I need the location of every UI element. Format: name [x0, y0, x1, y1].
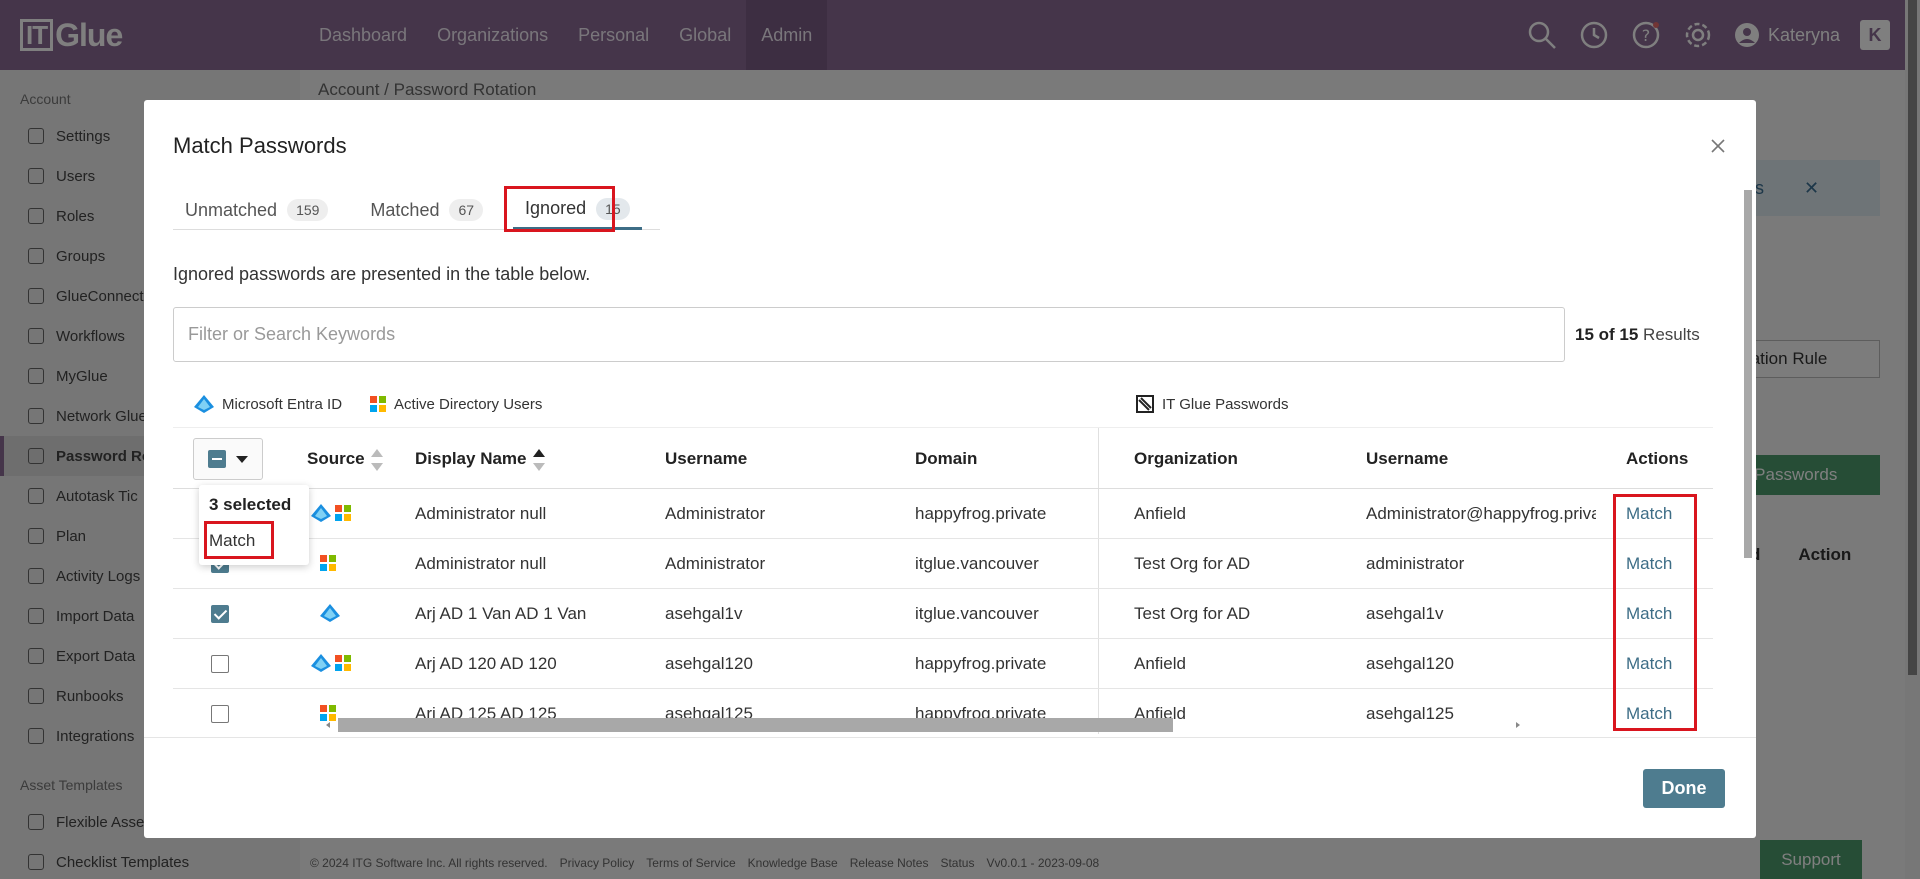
- match-link[interactable]: Match: [1626, 589, 1706, 639]
- cell-org: Test Org for AD: [1134, 554, 1251, 573]
- match-passwords-modal: Match Passwords Unmatched 159 Matched 67…: [144, 100, 1756, 838]
- col-actions: Actions: [1626, 449, 1689, 468]
- row-checkbox[interactable]: [211, 705, 229, 723]
- cell-itg-user: administrator: [1366, 554, 1465, 573]
- source-icons: [311, 654, 351, 672]
- done-button[interactable]: Done: [1643, 769, 1725, 808]
- cell-itg-user: asehgal1v: [1366, 604, 1444, 623]
- tab-label: Matched: [370, 199, 440, 220]
- results-count: 15 of 15 Results: [1575, 325, 1700, 345]
- cell-org: Anfield: [1134, 654, 1186, 673]
- cell-username: Administrator: [665, 554, 766, 573]
- cell-org: Test Org for AD: [1134, 604, 1251, 623]
- windows-icon: [370, 396, 387, 412]
- table-row[interactable]: Administrator null Administrator happyfrog…: [173, 489, 1713, 539]
- row-checkbox[interactable]: [211, 605, 229, 623]
- table-row[interactable]: Arj AD 1 Van AD 1 Van asehgal1v itglue.van…: [173, 589, 1713, 639]
- entra-id-icon: [311, 654, 331, 672]
- match-link[interactable]: Match: [1626, 639, 1706, 689]
- search-input[interactable]: [173, 307, 1565, 362]
- bulk-action-menu: 3 selected Match: [199, 485, 309, 565]
- cell-display: Arj AD 1 Van AD 1 Van: [415, 604, 587, 623]
- count-badge: 159: [287, 199, 329, 221]
- col-source[interactable]: Source: [307, 428, 383, 490]
- entra-id-icon: [311, 504, 331, 522]
- row-checkbox[interactable]: [211, 655, 229, 673]
- bulk-select-dropdown[interactable]: [193, 438, 263, 480]
- count-badge: 67: [449, 199, 484, 221]
- match-link[interactable]: Match: [1626, 689, 1706, 734]
- windows-icon: [335, 655, 351, 671]
- col-organization: Organization: [1134, 449, 1238, 468]
- bulk-match-option[interactable]: Match: [209, 531, 255, 551]
- sort-asc-icon: [532, 448, 545, 471]
- selected-count: 3 selected: [209, 495, 292, 514]
- cell-org: Anfield: [1134, 504, 1186, 523]
- ad-label: Active Directory Users: [394, 395, 543, 413]
- tab-label: Unmatched: [185, 199, 278, 220]
- source-icons: [311, 504, 351, 522]
- results-label: Results: [1643, 325, 1700, 344]
- table-row[interactable]: Administrator null Administrator itglue.va…: [173, 539, 1713, 589]
- cell-username: asehgal1v: [665, 604, 743, 623]
- table-header: Source Display Name Username Domain Orga…: [173, 427, 1713, 489]
- itg-legend: IT Glue Passwords: [1136, 393, 1288, 415]
- tab-unmatched[interactable]: Unmatched 159: [173, 190, 340, 230]
- tab-label: Ignored: [525, 198, 587, 218]
- cell-username: asehgal120: [665, 654, 753, 673]
- passwords-table: Source Display Name Username Domain Orga…: [173, 427, 1713, 734]
- tab-matched[interactable]: Matched 67: [358, 190, 495, 230]
- col-domain: Domain: [915, 449, 978, 468]
- scroll-left-icon[interactable]: [324, 718, 332, 732]
- windows-icon: [335, 505, 351, 521]
- cell-itg-user: asehgal120: [1366, 654, 1454, 673]
- match-link[interactable]: Match: [1626, 539, 1706, 589]
- windows-icon: [320, 555, 336, 571]
- table-row[interactable]: Arj AD 120 AD 120 asehgal120 happyfrog.pri…: [173, 639, 1713, 689]
- col-display-name[interactable]: Display Name: [415, 428, 545, 490]
- cell-domain: itglue.vancouver: [915, 554, 1039, 573]
- entra-label: Microsoft Entra ID: [222, 395, 343, 413]
- match-link[interactable]: Match: [1626, 489, 1706, 539]
- col-username: Username: [665, 449, 748, 468]
- horizontal-scrollbar[interactable]: [314, 718, 1552, 732]
- cell-domain: itglue.vancouver: [915, 604, 1039, 623]
- source-legend: Microsoft Entra ID Active Directory User…: [194, 393, 542, 415]
- itg-passwords-label: IT Glue Passwords: [1162, 395, 1289, 413]
- modal-footer-divider: [144, 737, 1756, 738]
- caret-down-icon: [236, 455, 248, 463]
- horizontal-scrollbar-thumb[interactable]: [338, 718, 1173, 732]
- entra-id-icon: [320, 604, 340, 622]
- cell-domain: happyfrog.private: [915, 654, 1047, 673]
- source-icons: [320, 604, 340, 622]
- intro-text: Ignored passwords are presented in the t…: [173, 264, 591, 284]
- sort-icon: [370, 448, 383, 471]
- entra-id-icon: [194, 395, 214, 413]
- cell-username: Administrator: [665, 504, 766, 523]
- itglue-icon: [1136, 395, 1154, 413]
- source-icons: [320, 554, 336, 571]
- vertical-scrollbar[interactable]: [1744, 190, 1754, 730]
- vertical-scrollbar-thumb[interactable]: [1744, 190, 1752, 558]
- results-number: 15 of 15: [1575, 325, 1639, 344]
- tabs: Unmatched 159 Matched 67 Ignored 15: [173, 190, 660, 230]
- col-label: Source: [307, 449, 365, 468]
- modal-title: Match Passwords: [173, 133, 347, 158]
- count-badge: 15: [596, 197, 630, 220]
- scroll-right-icon[interactable]: [1514, 718, 1522, 732]
- close-icon[interactable]: [1706, 134, 1730, 158]
- cell-display: Administrator null: [415, 504, 547, 523]
- cell-itg-user: Administrator@happyfrog.private: [1366, 504, 1596, 523]
- col-label: Display Name: [415, 449, 527, 468]
- col-itg-username: Username: [1366, 449, 1449, 468]
- indeterminate-checkbox: [208, 450, 226, 468]
- cell-domain: happyfrog.private: [915, 504, 1047, 523]
- cell-display: Arj AD 120 AD 120: [415, 654, 557, 673]
- cell-display: Administrator null: [415, 554, 547, 573]
- tab-ignored[interactable]: Ignored 15: [513, 190, 642, 230]
